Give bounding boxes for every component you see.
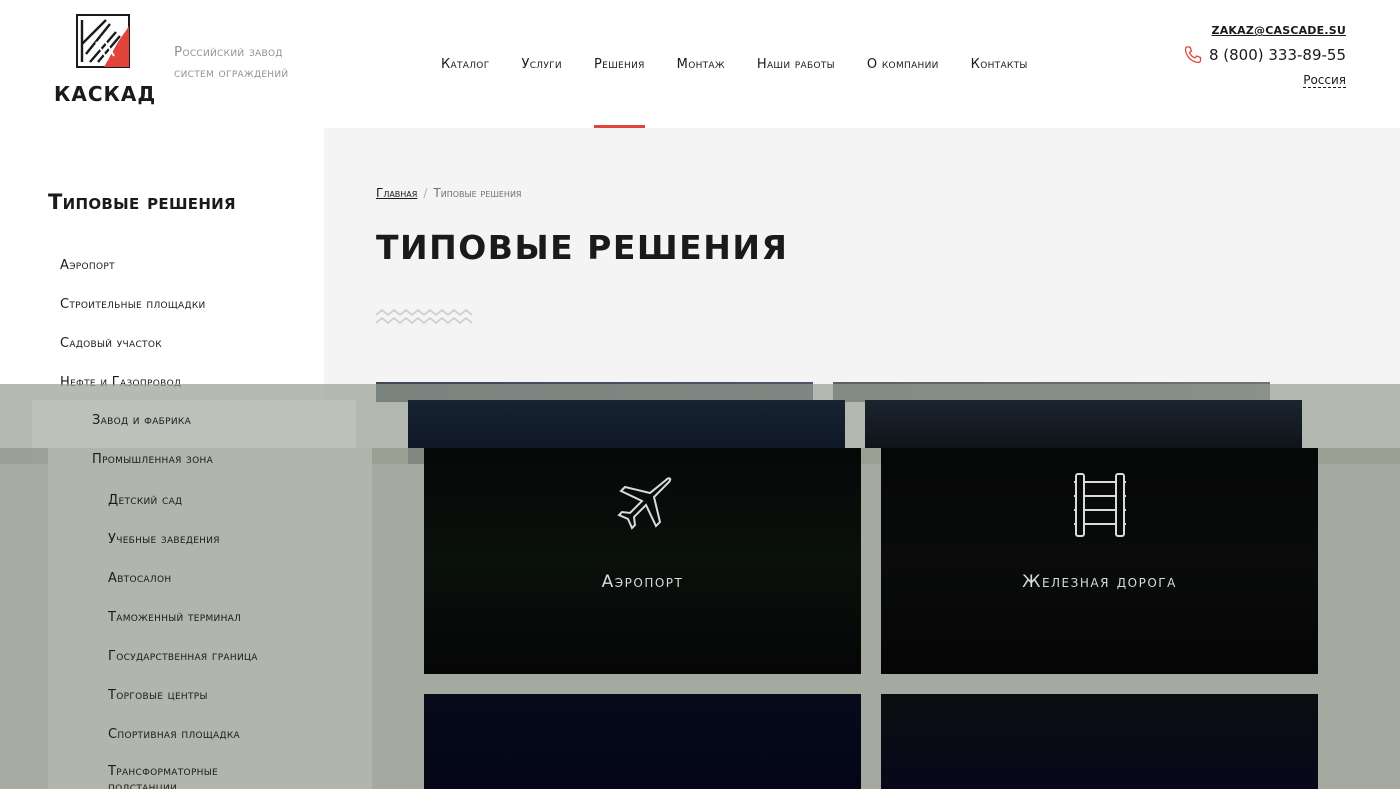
- railway-icon: [1073, 473, 1126, 537]
- airplane-icon: [616, 477, 671, 530]
- region-selector[interactable]: Россия: [1303, 73, 1346, 88]
- phone-number: 8 (800) 333-89-55: [1208, 46, 1346, 64]
- nav-item-solutions[interactable]: Решения: [578, 0, 661, 128]
- phone-link[interactable]: 8 (800) 333-89-55: [1183, 45, 1346, 65]
- nav-item-about[interactable]: О компании: [851, 0, 955, 128]
- sidebar-item-factory[interactable]: Завод и фабрика: [92, 413, 191, 428]
- tagline-line2: систем ограждений: [174, 65, 289, 81]
- card-bottom-left[interactable]: [424, 694, 861, 789]
- logo-mark-icon: [76, 14, 130, 68]
- header-contacts: ZAKAZ@CASCADE.SU 8 (800) 333-89-55 Росси…: [1183, 24, 1346, 88]
- sidebar-item-education[interactable]: Учебные заведения: [108, 530, 278, 569]
- nav-item-installation[interactable]: Монтаж: [661, 0, 741, 128]
- sidebar-item-border[interactable]: Государственная граница: [108, 647, 278, 686]
- nav-item-services[interactable]: Услуги: [505, 0, 577, 128]
- card-airport[interactable]: Аэропорт: [424, 448, 861, 674]
- nav-item-contacts[interactable]: Контакты: [955, 0, 1044, 128]
- sidebar-item-garden[interactable]: Садовый участок: [60, 334, 206, 373]
- card-railway-label: Железная дорога: [1022, 572, 1177, 592]
- tagline: Российский завод систем ограждений: [174, 42, 288, 84]
- sidebar-item-construction[interactable]: Строительные площадки: [60, 295, 206, 334]
- breadcrumb: Главная / Типовые решения: [376, 186, 521, 200]
- tagline-line1: Российский завод: [174, 44, 283, 60]
- card-airport-label: Аэропорт: [601, 572, 684, 592]
- sidebar-item-kindergarten[interactable]: Детский сад: [108, 491, 278, 530]
- sidebar-item-car-dealer[interactable]: Автосалон: [108, 569, 278, 608]
- card-shadow-right: [865, 400, 1302, 448]
- nav-item-our-works[interactable]: Наши работы: [741, 0, 851, 128]
- sidebar-item-malls[interactable]: Торговые центры: [108, 686, 278, 725]
- logo-text: КАСКАД: [54, 82, 157, 106]
- sidebar-item-customs[interactable]: Таможенный терминал: [108, 608, 278, 647]
- card-bottom-right[interactable]: [881, 694, 1318, 789]
- phone-icon: [1184, 46, 1202, 64]
- zigzag-decoration-icon: [376, 309, 473, 324]
- breadcrumb-current: Типовые решения: [433, 186, 522, 200]
- main-nav: Каталог Услуги Решения Монтаж Наши работ…: [425, 0, 1044, 128]
- sidebar-list-lower: Детский сад Учебные заведения Автосалон …: [108, 491, 278, 789]
- sidebar-item-industrial[interactable]: Промышленная зона: [92, 452, 213, 467]
- card-railway[interactable]: Железная дорога: [881, 448, 1318, 674]
- site-header: КАСКАД Российский завод систем ограждени…: [0, 0, 1400, 128]
- sidebar-title: Типовые решения: [48, 190, 236, 214]
- sidebar-item-substations[interactable]: Трансформаторные подстанции: [108, 764, 278, 789]
- page-title: ТИПОВЫЕ РЕШЕНИЯ: [376, 228, 789, 267]
- email-link[interactable]: ZAKAZ@CASCADE.SU: [1183, 24, 1346, 37]
- nav-item-catalog[interactable]: Каталог: [425, 0, 505, 128]
- breadcrumb-separator: /: [423, 186, 428, 200]
- sidebar-item-sports[interactable]: Спортивная площадка: [108, 725, 278, 764]
- sidebar-item-airport[interactable]: Аэропорт: [60, 256, 206, 295]
- breadcrumb-home[interactable]: Главная: [376, 186, 417, 200]
